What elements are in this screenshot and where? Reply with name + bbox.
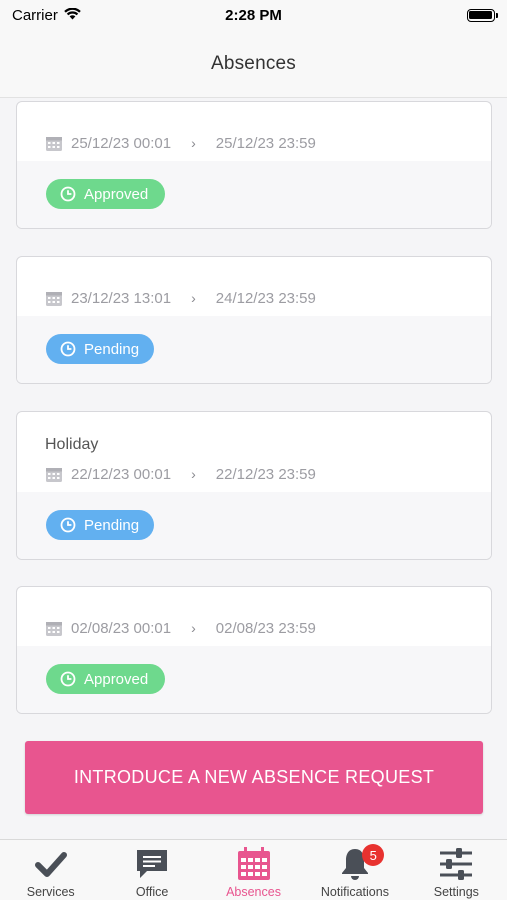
status-badge: Approved bbox=[46, 179, 165, 209]
calendar-icon bbox=[45, 134, 63, 152]
new-absence-request-button[interactable]: INTRODUCE A NEW ABSENCE REQUEST bbox=[25, 741, 483, 814]
absence-start: 25/12/23 00:01 bbox=[71, 134, 172, 152]
absence-start: 22/12/23 00:01 bbox=[71, 465, 172, 483]
absence-end: 22/12/23 23:59 bbox=[215, 465, 316, 483]
tab-label: Services bbox=[26, 885, 75, 899]
chevron-right-icon: › bbox=[191, 135, 196, 151]
status-badge: Pending bbox=[46, 334, 154, 364]
sliders-icon bbox=[437, 846, 475, 882]
tab-notifications[interactable]: 5 Notifications bbox=[304, 840, 405, 900]
absence-date-range: 22/12/23 00:01 › 22/12/23 23:59 bbox=[45, 465, 316, 483]
check-icon bbox=[32, 846, 70, 882]
wifi-icon bbox=[64, 7, 81, 24]
status-bar: Carrier 2:28 PM bbox=[0, 0, 507, 30]
status-right bbox=[335, 8, 498, 22]
calendar-icon bbox=[235, 846, 273, 882]
absence-date-range: 02/08/23 00:01 › 02/08/23 23:59 bbox=[45, 619, 316, 637]
clock-icon bbox=[60, 186, 76, 202]
status-time: 2:28 PM bbox=[225, 6, 282, 24]
battery-icon bbox=[466, 8, 498, 22]
absence-card[interactable]: 25/12/23 00:01 › 25/12/23 23:59 Approved bbox=[16, 101, 492, 229]
tab-label: Notifications bbox=[320, 885, 389, 899]
tab-label: Office bbox=[135, 885, 169, 899]
tab-bar: Services Office Absences 5 Notifications… bbox=[0, 839, 507, 900]
status-badge: Approved bbox=[46, 664, 165, 694]
status-badge: Pending bbox=[46, 510, 154, 540]
chat-icon bbox=[133, 846, 171, 882]
tab-label: Settings bbox=[433, 885, 479, 899]
calendar-icon bbox=[45, 289, 63, 307]
calendar-icon bbox=[45, 619, 63, 637]
absence-card[interactable]: 02/08/23 00:01 › 02/08/23 23:59 Approved bbox=[16, 586, 492, 714]
page-title: Absences bbox=[210, 52, 297, 74]
calendar-icon bbox=[45, 465, 63, 483]
status-label: Pending bbox=[84, 340, 140, 358]
clock-icon bbox=[60, 341, 76, 357]
chevron-right-icon: › bbox=[191, 290, 196, 306]
tab-label: Absences bbox=[226, 885, 281, 899]
status-label: Approved bbox=[84, 185, 149, 203]
absence-list[interactable]: 25/12/23 00:01 › 25/12/23 23:59 Approved… bbox=[0, 99, 507, 717]
absence-end: 25/12/23 23:59 bbox=[215, 134, 316, 152]
clock-icon bbox=[60, 671, 76, 687]
status-label: Pending bbox=[84, 516, 140, 534]
navigation-bar: Absences bbox=[0, 30, 507, 98]
absence-card[interactable]: 23/12/23 13:01 › 24/12/23 23:59 Pending bbox=[16, 256, 492, 384]
absence-card[interactable]: Holiday 22/12/23 00:01 › 22/12/23 23:59 … bbox=[16, 411, 492, 560]
action-area: INTRODUCE A NEW ABSENCE REQUEST bbox=[0, 717, 507, 839]
status-left: Carrier bbox=[12, 7, 172, 24]
absence-end: 02/08/23 23:59 bbox=[215, 619, 316, 637]
tab-settings[interactable]: Settings bbox=[406, 840, 507, 900]
chevron-right-icon: › bbox=[191, 466, 196, 482]
absence-start: 23/12/23 13:01 bbox=[71, 289, 172, 307]
tab-office[interactable]: Office bbox=[101, 840, 202, 900]
clock-icon bbox=[60, 517, 76, 533]
notification-count-badge: 5 bbox=[362, 844, 385, 866]
absence-date-range: 25/12/23 00:01 › 25/12/23 23:59 bbox=[45, 134, 316, 152]
absence-start: 02/08/23 00:01 bbox=[71, 619, 172, 637]
status-label: Approved bbox=[84, 670, 149, 688]
carrier-label: Carrier bbox=[12, 6, 58, 24]
chevron-right-icon: › bbox=[191, 620, 196, 636]
absence-end: 24/12/23 23:59 bbox=[215, 289, 316, 307]
tab-services[interactable]: Services bbox=[0, 840, 101, 900]
tab-absences[interactable]: Absences bbox=[203, 840, 304, 900]
absence-date-range: 23/12/23 13:01 › 24/12/23 23:59 bbox=[45, 289, 316, 307]
absence-type: Holiday bbox=[45, 436, 99, 453]
